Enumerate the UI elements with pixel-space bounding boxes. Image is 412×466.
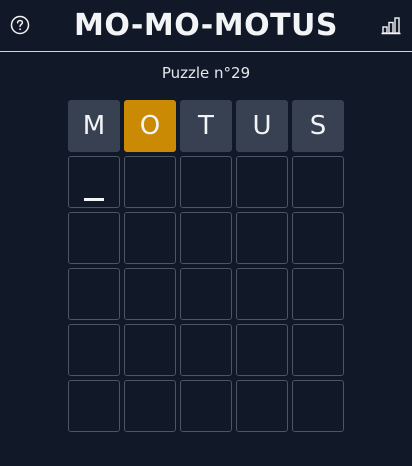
page-title: MO-MO-MOTUS: [73, 8, 338, 43]
letter-tile: [292, 212, 344, 264]
letter-tile: [68, 324, 120, 376]
board-row: [68, 212, 344, 264]
puzzle-number: Puzzle n°29: [161, 64, 251, 82]
letter-tile: [124, 380, 176, 432]
letter-tile: U: [236, 100, 288, 152]
letter-tile: [236, 268, 288, 320]
letter-tile: [292, 324, 344, 376]
tile-letter: T: [198, 111, 214, 141]
letter-tile: S: [292, 100, 344, 152]
letter-tile: O: [124, 100, 176, 152]
letter-tile: [292, 380, 344, 432]
tile-letter: M: [82, 111, 106, 141]
board-row: [68, 380, 344, 432]
letter-tile: [292, 268, 344, 320]
header: MO-MO-MOTUS: [0, 0, 412, 52]
stats-button[interactable]: [381, 16, 401, 36]
letter-tile: [292, 156, 344, 208]
letter-tile: [236, 156, 288, 208]
letter-tile: [68, 156, 120, 208]
letter-tile: [236, 212, 288, 264]
letter-tile: [236, 324, 288, 376]
letter-tile: [68, 380, 120, 432]
board-row: [68, 268, 344, 320]
input-cursor: [84, 198, 104, 201]
letter-tile: M: [68, 100, 120, 152]
letter-tile: [124, 324, 176, 376]
game-board: MOTUS: [68, 100, 344, 436]
letter-tile: [68, 212, 120, 264]
letter-tile: [180, 268, 232, 320]
board-row: [68, 324, 344, 376]
game-page: MO-MO-MOTUS Puzzle n°29 M O T U S: [0, 0, 412, 466]
board-row: [68, 156, 344, 208]
letter-tile: [124, 156, 176, 208]
letter-tile: [236, 380, 288, 432]
bar-chart-icon[interactable]: [381, 16, 401, 36]
board-row: MOTUS: [68, 100, 344, 152]
letter-tile: [180, 380, 232, 432]
tile-letter: S: [309, 111, 327, 141]
letter-tile: [68, 268, 120, 320]
letter-tile: [180, 324, 232, 376]
letter-tile: [124, 268, 176, 320]
tile-letter: O: [139, 111, 161, 141]
tile-letter: U: [252, 111, 272, 141]
letter-tile: [180, 212, 232, 264]
letter-tile: [124, 212, 176, 264]
letter-tile: T: [180, 100, 232, 152]
letter-tile: [180, 156, 232, 208]
